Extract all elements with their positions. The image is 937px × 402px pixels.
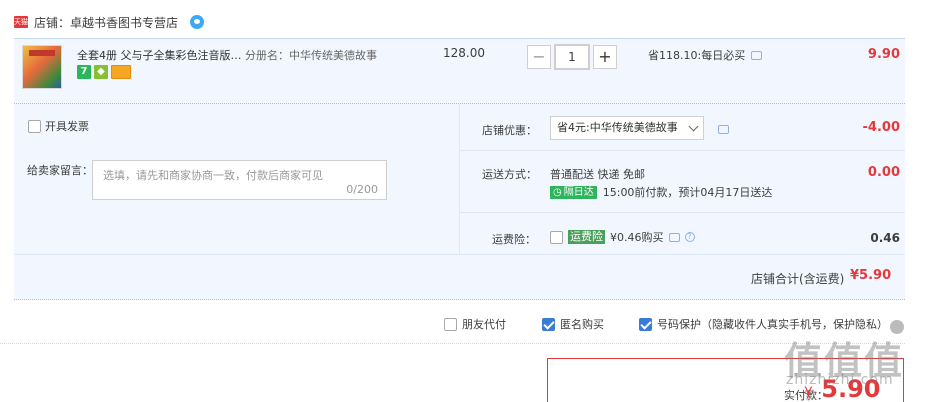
product-title-link[interactable]: 全套4册 父与子全集彩色注音版漫画书 [77, 47, 247, 63]
order-flags-row: 朋友代付 匿名购买 号码保护（隐藏收件人真实手机号，保护隐私） [0, 312, 905, 344]
coupon-comment-icon[interactable] [718, 125, 729, 134]
insurance-option: 运费险 ¥0.46购买 ? [550, 229, 695, 245]
memo-label: 给卖家留言： [27, 164, 93, 177]
coupon-discount: -4.00 [862, 120, 900, 135]
insurance-price: ¥0.46购买 [610, 231, 664, 244]
quantity-minus-button[interactable]: − [527, 45, 551, 69]
divider [14, 254, 905, 255]
anonymous-label: 匿名购买 [560, 318, 604, 331]
memo-char-count: 0/200 [346, 183, 378, 196]
insurance-fee: 0.46 [870, 231, 900, 245]
credit-card-icon[interactable] [111, 65, 131, 79]
service-icons: 7 ◆ [77, 65, 131, 79]
anonymous-checkbox[interactable] [542, 317, 555, 331]
unit-price: 128.00 [443, 46, 485, 60]
clock-icon: ◷ [553, 186, 562, 198]
promo-text: 省118.10:每日必买 [648, 49, 746, 62]
shipping-label: 运送方式： [482, 168, 537, 181]
coupon-select[interactable]: 省4元:中华传统美德故事 [550, 116, 704, 140]
divider [460, 212, 905, 213]
shipping-eta-row: ◷ 隔日达 15:00前付款，预计04月17日送达 [550, 184, 772, 200]
seven-day-return-icon[interactable]: 7 [77, 65, 91, 79]
coupon-selected-value: 省4元:中华传统美德故事 [557, 121, 678, 134]
cart-item-row: 全套4册 父与子全集彩色注音版漫画书 分册名：中华传统美德故事 7 ◆ 128.… [14, 38, 905, 104]
invoice-label: 开具发票 [45, 120, 89, 133]
shop-name-link[interactable]: 店铺：卓越书香图书专营店 [34, 14, 178, 31]
shop-total-value: ¥5.90 [850, 268, 892, 283]
coupon-label: 店铺优惠： [482, 124, 537, 137]
divider [459, 104, 460, 254]
chevron-down-icon [688, 121, 699, 132]
invoice-checkbox[interactable] [28, 119, 41, 133]
watermark-url: zhizhizhi.com [786, 372, 894, 388]
divider [460, 150, 905, 151]
friend-pay-label: 朋友代付 [462, 318, 506, 331]
phone-protect-checkbox[interactable] [639, 317, 652, 331]
friend-pay-checkbox[interactable] [444, 317, 457, 331]
quantity-input[interactable]: 1 [554, 44, 590, 70]
insurance-comment-icon[interactable] [668, 232, 680, 242]
anonymous-option[interactable]: 匿名购买 [542, 316, 604, 332]
nextday-label: 隔日达 [563, 186, 594, 198]
product-thumbnail[interactable] [22, 45, 62, 89]
comment-icon[interactable] [751, 50, 763, 60]
shipping-eta: 15:00前付款，预计04月17日送达 [602, 186, 773, 199]
insurance-tag: 运费险 [568, 230, 605, 244]
memo-placeholder: 选填，请先和商家协商一致，付款后商家可见 [103, 169, 323, 182]
friend-pay-option[interactable]: 朋友代付 [444, 316, 506, 332]
tmall-badge: 天猫 [14, 16, 28, 28]
item-subtotal: 9.90 [867, 47, 900, 62]
shipping-method: 普通配送 快递 免邮 [550, 168, 645, 181]
quantity-plus-button[interactable]: + [593, 45, 617, 69]
wangwang-chat-icon[interactable] [190, 15, 205, 29]
order-options-panel: 开具发票 给卖家留言： 选填，请先和商家协商一致，付款后商家可见 0/200 店… [14, 104, 905, 300]
quantity-stepper: − 1 + [527, 44, 617, 70]
insurance-checkbox[interactable] [550, 230, 563, 244]
insurance-label: 运费险： [492, 233, 536, 246]
seller-memo-textarea[interactable]: 选填，请先和商家协商一致，付款后商家可见 0/200 [92, 160, 387, 200]
invoice-option[interactable]: 开具发票 [28, 118, 89, 134]
shipping-fee: 0.00 [867, 165, 900, 180]
product-spec: 分册名：中华传统美德故事 [245, 49, 377, 62]
shop-header: 天猫 店铺：卓越书香图书专营店 [14, 12, 205, 32]
shopping-bag-icon[interactable]: ◆ [94, 65, 108, 79]
help-icon[interactable]: ? [684, 232, 695, 242]
shop-total-label: 店铺合计(含运费) [751, 272, 845, 286]
item-promo: 省118.10:每日必买 [648, 47, 763, 63]
nextday-badge: ◷ 隔日达 [550, 185, 597, 199]
